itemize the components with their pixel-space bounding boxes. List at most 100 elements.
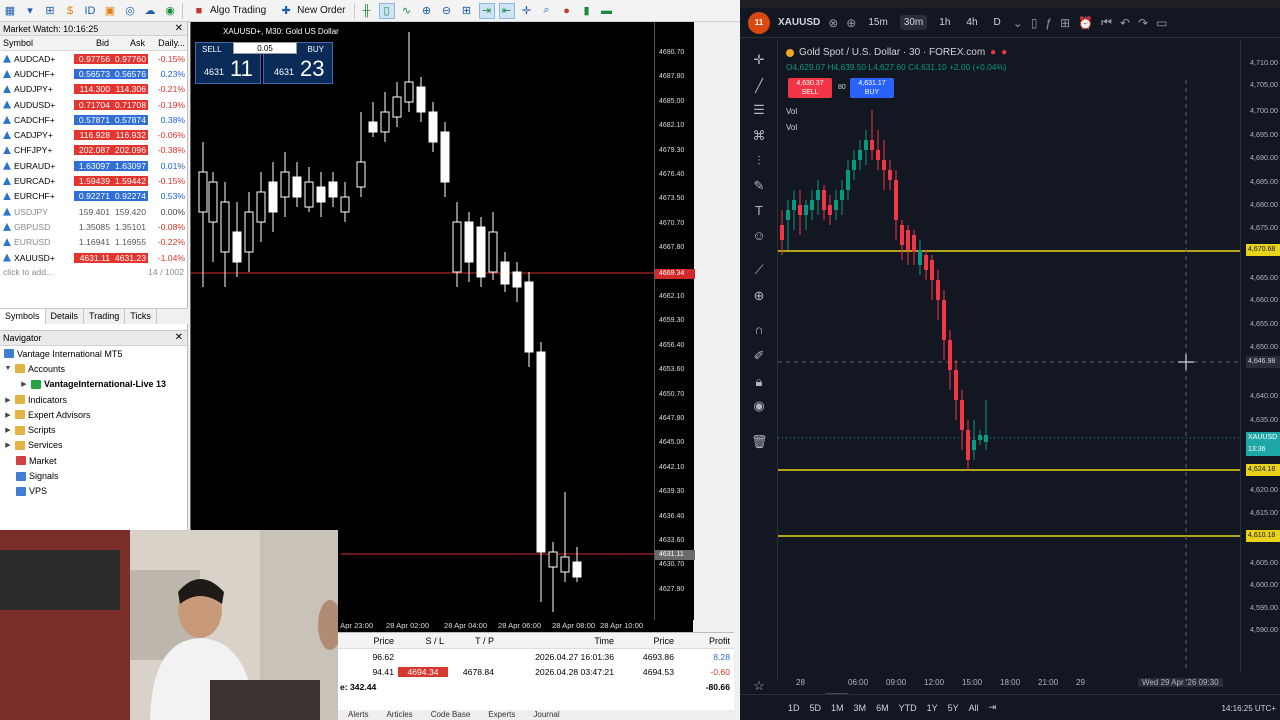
emoji-icon[interactable]: ☺ bbox=[751, 228, 767, 244]
line-chart-icon[interactable]: ∿ bbox=[399, 3, 415, 19]
tv-title[interactable]: Gold Spot / U.S. Dollar · 30 · FOREX.com bbox=[799, 47, 985, 58]
tile-icon[interactable]: ⊞ bbox=[459, 3, 475, 19]
table-row[interactable]: AUDCAD+ 0.97756 0.97760 -0.15% bbox=[0, 51, 187, 66]
table-row[interactable]: AUDJPY+ 114.300 114.306 -0.21% bbox=[0, 82, 187, 97]
tv-clock[interactable]: 14:16:25 UTC+ bbox=[1222, 704, 1276, 713]
col-profit[interactable]: Profit bbox=[678, 636, 734, 646]
indicators-icon[interactable]: ƒ bbox=[1045, 16, 1052, 30]
nav-item-scripts[interactable]: ▶ Scripts bbox=[0, 422, 187, 437]
table-row[interactable]: AUDCHF+ 0.56573 0.56576 0.23% bbox=[0, 66, 187, 81]
column-header-bid[interactable]: Bid bbox=[74, 38, 112, 48]
chevron-down-icon[interactable]: ▼ bbox=[4, 365, 12, 372]
zoom-icon[interactable]: ⊕ bbox=[751, 288, 767, 304]
bar-chart-icon[interactable]: ╫ bbox=[359, 3, 375, 19]
trend-line-icon[interactable]: ╱ bbox=[751, 78, 767, 94]
table-row[interactable]: EURUSD 1.16941 1.16955 -0.22% bbox=[0, 235, 187, 250]
fib-icon[interactable]: ☰ bbox=[751, 102, 767, 118]
table-row[interactable]: CADCHF+ 0.57871 0.57874 0.38% bbox=[0, 112, 187, 127]
lot-size-input[interactable]: 0.05 bbox=[233, 42, 297, 54]
table-row[interactable]: EURAUD+ 1.63097 1.63097 0.01% bbox=[0, 158, 187, 173]
col-price[interactable]: Price bbox=[338, 636, 398, 646]
cloud-icon[interactable]: ☁ bbox=[142, 3, 158, 19]
nav-item-expert-advisors[interactable]: ▶ Expert Advisors bbox=[0, 407, 187, 422]
tv-volume-legend[interactable]: Vol bbox=[786, 107, 797, 116]
col-time[interactable]: Time bbox=[498, 636, 618, 646]
range-1m[interactable]: 1M bbox=[831, 703, 844, 713]
redo-icon[interactable]: ↷ bbox=[1138, 16, 1148, 30]
zoom-in-icon[interactable]: ⊕ bbox=[419, 3, 435, 19]
trash-icon[interactable]: 🗑︎ bbox=[751, 434, 768, 450]
table-row[interactable]: USDJPY 159.401 159.420 0.00% bbox=[0, 204, 187, 219]
table-row[interactable]: 96.62 2026.04.27 16:01:36 4693.86 8.28 bbox=[338, 649, 734, 664]
vps-icon[interactable]: ◉ bbox=[162, 3, 178, 19]
range-1d[interactable]: 1D bbox=[788, 703, 800, 713]
range-all[interactable]: All bbox=[969, 703, 979, 713]
compare-icon[interactable]: ⊗ bbox=[828, 16, 838, 30]
notification-icon[interactable]: ● bbox=[559, 3, 575, 19]
crosshair-icon[interactable]: ✛ bbox=[751, 52, 767, 68]
date-range-icon[interactable]: ⇥ bbox=[989, 702, 997, 713]
nav-item-signals[interactable]: Signals bbox=[0, 468, 187, 483]
nav-item-accounts[interactable]: ▼ Accounts bbox=[0, 361, 187, 376]
mt5-price-axis[interactable]: 4690.70 4687.80 4685.00 4682.10 4679.30 4676.… bbox=[654, 22, 695, 620]
chevron-right-icon[interactable]: ▶ bbox=[4, 441, 12, 449]
projection-icon[interactable]: ⫶ bbox=[751, 153, 767, 169]
search-icon[interactable]: ⌕ bbox=[539, 3, 555, 19]
table-row[interactable]: EURCAD+ 1.59439 1.59442 -0.15% bbox=[0, 173, 187, 188]
table-row[interactable]: XAUUSD+ 4631.11 4631.23 -1.04% bbox=[0, 250, 187, 265]
magnet-icon[interactable]: ∩ bbox=[751, 322, 767, 338]
interval-1h[interactable]: 1h bbox=[935, 15, 954, 30]
undo-icon[interactable]: ↶ bbox=[1120, 16, 1130, 30]
table-row[interactable]: 94.41 4694.34 4678.84 2026.04.28 03:47:2… bbox=[338, 664, 734, 679]
tv-price-axis[interactable]: 4,710.00 4,705.00 4,700.00 4,695.00 4,690.00… bbox=[1240, 40, 1280, 672]
col-tp[interactable]: T / P bbox=[448, 636, 498, 646]
market-watch-add-row[interactable]: click to add... 14 / 1002 bbox=[0, 265, 187, 279]
tv-chart[interactable]: Gold Spot / U.S. Dollar · 30 · FOREX.com… bbox=[778, 40, 1240, 707]
symbol-search[interactable]: XAUUSD bbox=[778, 17, 820, 28]
currency-icon[interactable]: $ bbox=[62, 3, 78, 19]
close-icon[interactable]: ✕ bbox=[175, 332, 183, 343]
cell-tp[interactable]: 4678.84 bbox=[448, 667, 498, 677]
interval-30m[interactable]: 30m bbox=[899, 15, 928, 30]
range-6m[interactable]: 6M bbox=[876, 703, 889, 713]
nav-item-market[interactable]: Market bbox=[0, 453, 187, 468]
algo-trading-button[interactable]: ■ Algo Trading bbox=[187, 3, 270, 19]
autoscroll-icon[interactable]: ⇥ bbox=[478, 2, 495, 19]
star-icon[interactable]: ☆ bbox=[751, 678, 767, 694]
range-3m[interactable]: 3M bbox=[854, 703, 867, 713]
interval-15m[interactable]: 15m bbox=[864, 15, 891, 30]
tv-sell-button[interactable]: 4,630.37 SELL bbox=[788, 78, 832, 98]
lock-icon[interactable]: 🔒︎ bbox=[751, 374, 767, 390]
tab-code-base[interactable]: Code Base bbox=[431, 710, 471, 720]
table-row[interactable]: CADJPY+ 116.928 116.932 -0.06% bbox=[0, 127, 187, 142]
lock-drawing-icon[interactable]: ✐ bbox=[751, 348, 767, 364]
briefcase-icon[interactable]: ▣ bbox=[102, 3, 118, 19]
interval-4h[interactable]: 4h bbox=[962, 15, 981, 30]
cell-sl[interactable]: 4694.34 bbox=[398, 666, 448, 677]
tv-volume-legend[interactable]: Vol bbox=[786, 123, 797, 132]
col-cur-price[interactable]: Price bbox=[618, 636, 678, 646]
interval-d[interactable]: D bbox=[990, 15, 1005, 30]
brush-icon[interactable]: ✎ bbox=[751, 178, 767, 194]
tab-details[interactable]: Details bbox=[46, 309, 85, 324]
text-icon[interactable]: T bbox=[751, 203, 767, 219]
nav-item-vps[interactable]: VPS bbox=[0, 484, 187, 499]
candle-chart-icon[interactable]: ▯ bbox=[378, 2, 395, 19]
tab-trading[interactable]: Trading bbox=[84, 309, 126, 324]
tab-articles[interactable]: Articles bbox=[386, 710, 412, 720]
nav-item-services[interactable]: ▶ Services bbox=[0, 438, 187, 453]
range-5d[interactable]: 5D bbox=[810, 703, 822, 713]
column-header-ask[interactable]: Ask bbox=[112, 38, 148, 48]
table-row[interactable]: EURCHF+ 0.92271 0.92274 0.53% bbox=[0, 189, 187, 204]
chevron-down-icon[interactable]: ⌄ bbox=[1013, 16, 1023, 30]
layout-icon[interactable]: ▭ bbox=[1156, 16, 1167, 30]
tab-symbols[interactable]: Symbols bbox=[0, 309, 46, 324]
dropdown-icon[interactable]: ▾ bbox=[22, 3, 38, 19]
nav-item-root[interactable]: Vantage International MT5 bbox=[0, 346, 187, 361]
col-sl[interactable]: S / L bbox=[398, 636, 448, 646]
alert-icon[interactable]: ⏰ bbox=[1078, 16, 1093, 30]
chevron-right-icon[interactable]: ▶ bbox=[4, 396, 12, 404]
table-row[interactable]: GBPUSD 1.35085 1.35101 -0.08% bbox=[0, 219, 187, 234]
nav-item-account[interactable]: ▶ VantageInternational-Live 13 bbox=[0, 377, 187, 392]
nav-item-indicators[interactable]: ▶ Indicators bbox=[0, 392, 187, 407]
